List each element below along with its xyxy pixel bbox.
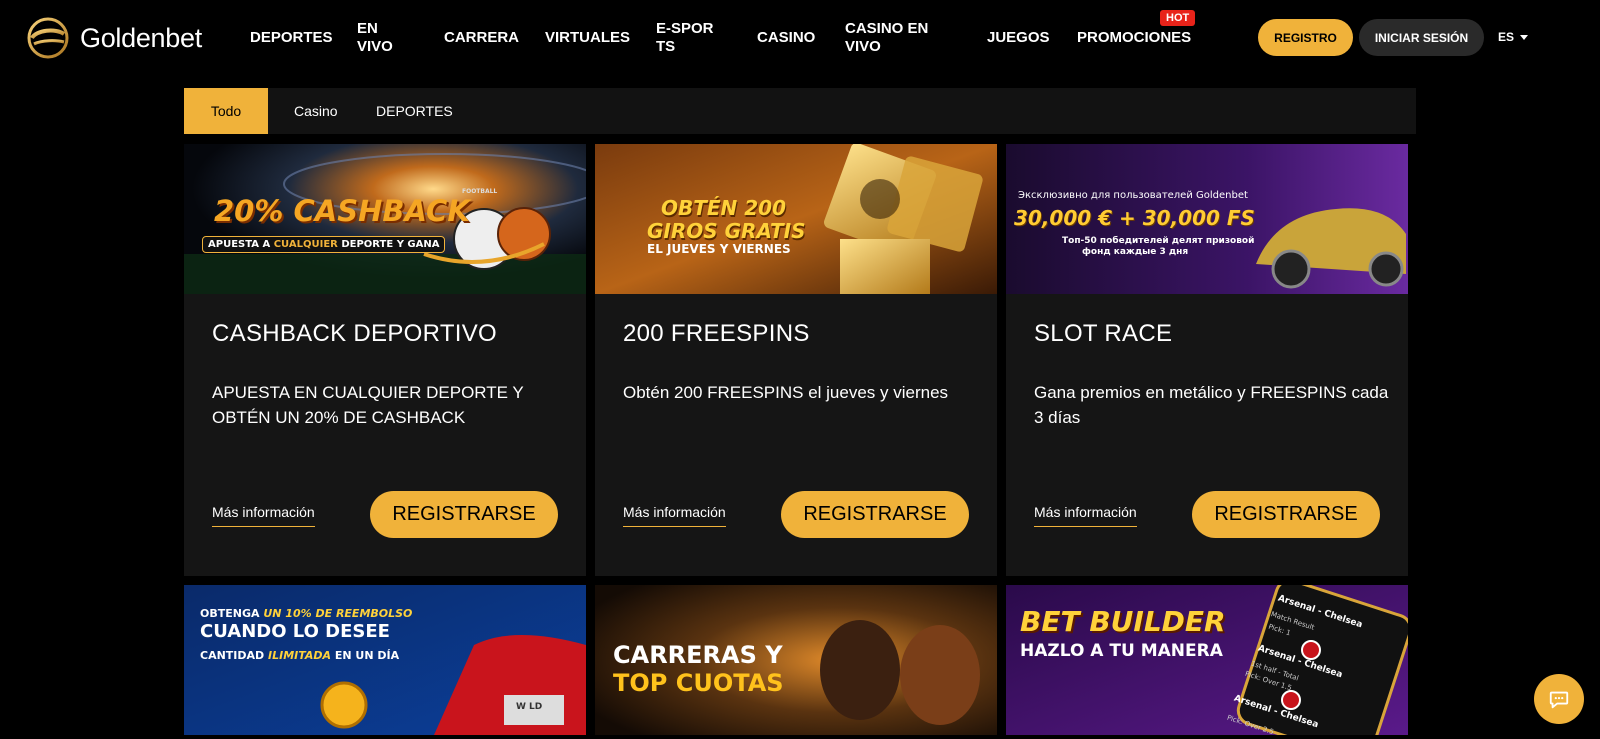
chat-icon	[1549, 691, 1569, 709]
banner-line3: EL JUEVES Y VIERNES	[647, 242, 791, 256]
more-info-link[interactable]: Más información	[623, 504, 726, 527]
card-title: SLOT RACE	[1034, 320, 1173, 347]
banner-subline: APUESTA A CUALQUIER DEPORTE Y GANA	[202, 236, 446, 253]
refund-banner[interactable]: OBTENGA UN 10% DE REEMBOLSO CUANDO LO DE…	[184, 585, 586, 735]
banner-subline-b: CUALQUIER	[273, 239, 338, 250]
banner-line1: OBTENGA UN 10% DE REEMBOLSO	[200, 607, 412, 620]
chevron-down-icon	[1520, 34, 1529, 40]
more-info-link[interactable]: Más información	[212, 504, 315, 527]
banner-headline: 20% CASHBACK	[214, 194, 470, 228]
nav-carrera[interactable]: CARRERA	[444, 29, 519, 47]
language-selector[interactable]: ES	[1498, 30, 1529, 44]
goldenbet-logo-icon	[26, 16, 70, 60]
language-label: ES	[1498, 30, 1515, 44]
promo-filter-tabs: Todo Casino DEPORTES	[184, 88, 1416, 134]
promo-card-slot-race: Эксклюзивно для пользователей Goldenbet …	[1006, 144, 1408, 576]
license-plate: W LD	[516, 702, 543, 712]
banner-tag: FOOTBALL	[462, 188, 498, 195]
nav-promociones[interactable]: PROMOCIONES	[1077, 29, 1191, 47]
banner-line1-b: UN 10% DE REEMBOLSO	[263, 607, 413, 620]
cashback-banner[interactable]: 20% CASHBACK APUESTA A CUALQUIER DEPORTE…	[184, 144, 586, 294]
nav-e-sports[interactable]: E-SPORTS	[656, 20, 718, 56]
card-description: APUESTA EN CUALQUIER DEPORTE Y OBTÉN UN …	[212, 383, 524, 427]
more-info-link[interactable]: Más información	[1034, 504, 1137, 527]
banner-line3-b: ILIMITADA	[268, 649, 332, 662]
card-register-button[interactable]: REGISTRARSE	[781, 491, 969, 538]
nav-juegos[interactable]: JUEGOS	[987, 29, 1050, 47]
banner-line3-a: CANTIDAD	[200, 649, 268, 662]
card-register-button[interactable]: REGISTRARSE	[1192, 491, 1380, 538]
slot-race-banner[interactable]: Эксклюзивно для пользователей Goldenbet …	[1006, 144, 1408, 294]
card-description: Gana premios en metálico y FREESPINS cad…	[1034, 383, 1389, 427]
promo-card-freespins: OBTÉN 200 GIROS GRATIS EL JUEVES Y VIERN…	[595, 144, 997, 576]
card-title: CASHBACK DEPORTIVO	[212, 320, 498, 347]
login-button[interactable]: INICIAR SESIÓN	[1359, 19, 1484, 56]
banner-line4: фонд каждые 3 дня	[1082, 247, 1189, 257]
card-description: Obtén 200 FREESPINS el jueves y viernes	[623, 383, 949, 402]
banner-line1: BET BUILDER	[1020, 605, 1226, 638]
bet-builder-banner[interactable]: BET BUILDER HAZLO A TU MANERA Arsenal - …	[1006, 585, 1408, 735]
register-button[interactable]: REGISTRO	[1258, 19, 1353, 56]
chat-button[interactable]	[1534, 674, 1584, 724]
freespins-banner[interactable]: OBTÉN 200 GIROS GRATIS EL JUEVES Y VIERN…	[595, 144, 997, 294]
hot-badge: HOT	[1160, 10, 1196, 26]
top-header: Goldenbet DEPORTES EN VIVO CARRERA VIRTU…	[0, 0, 1600, 76]
banner-line1: Эксклюзивно для пользователей Goldenbet	[1018, 190, 1248, 201]
nav-deportes[interactable]: DEPORTES	[250, 29, 333, 47]
banner-line3: Топ-50 победителей делят призовой	[1062, 236, 1255, 246]
nav-casino[interactable]: CASINO	[757, 29, 815, 47]
nav-en-vivo[interactable]: EN VIVO	[357, 20, 397, 56]
banner-line1: CARRERAS Y	[613, 641, 783, 669]
tab-todo[interactable]: Todo	[184, 88, 268, 134]
banner-line2: 30,000 € + 30,000 FS	[1014, 206, 1255, 230]
brand-logo[interactable]: Goldenbet	[26, 16, 202, 60]
banner-line2: HAZLO A TU MANERA	[1020, 641, 1223, 661]
horse-racing-banner[interactable]: CARRERAS Y TOP CUOTAS	[595, 585, 997, 735]
nav-casino-en-vivo[interactable]: CASINO EN VIVO	[845, 20, 940, 56]
card-title: 200 FREESPINS	[623, 320, 810, 347]
nav-virtuales[interactable]: VIRTUALES	[545, 29, 630, 47]
banner-line2: CUANDO LO DESEE	[200, 621, 390, 642]
banner-subline-a: APUESTA A	[208, 239, 274, 250]
banner-line2: GIROS GRATIS	[647, 219, 806, 243]
banner-line1-a: OBTENGA	[200, 607, 264, 620]
banner-line2: TOP CUOTAS	[613, 669, 784, 697]
banner-line3-c: EN UN DÍA	[331, 649, 400, 662]
tab-deportes[interactable]: DEPORTES	[350, 88, 479, 134]
card-register-button[interactable]: REGISTRARSE	[370, 491, 558, 538]
banner-line3: CANTIDAD ILIMITADA EN UN DÍA	[200, 649, 399, 662]
banner-line1: OBTÉN 200	[661, 196, 786, 220]
promo-card-cashback: 20% CASHBACK APUESTA A CUALQUIER DEPORTE…	[184, 144, 586, 576]
brand-name: Goldenbet	[80, 22, 202, 53]
banner-subline-c: DEPORTE Y GANA	[337, 239, 440, 250]
